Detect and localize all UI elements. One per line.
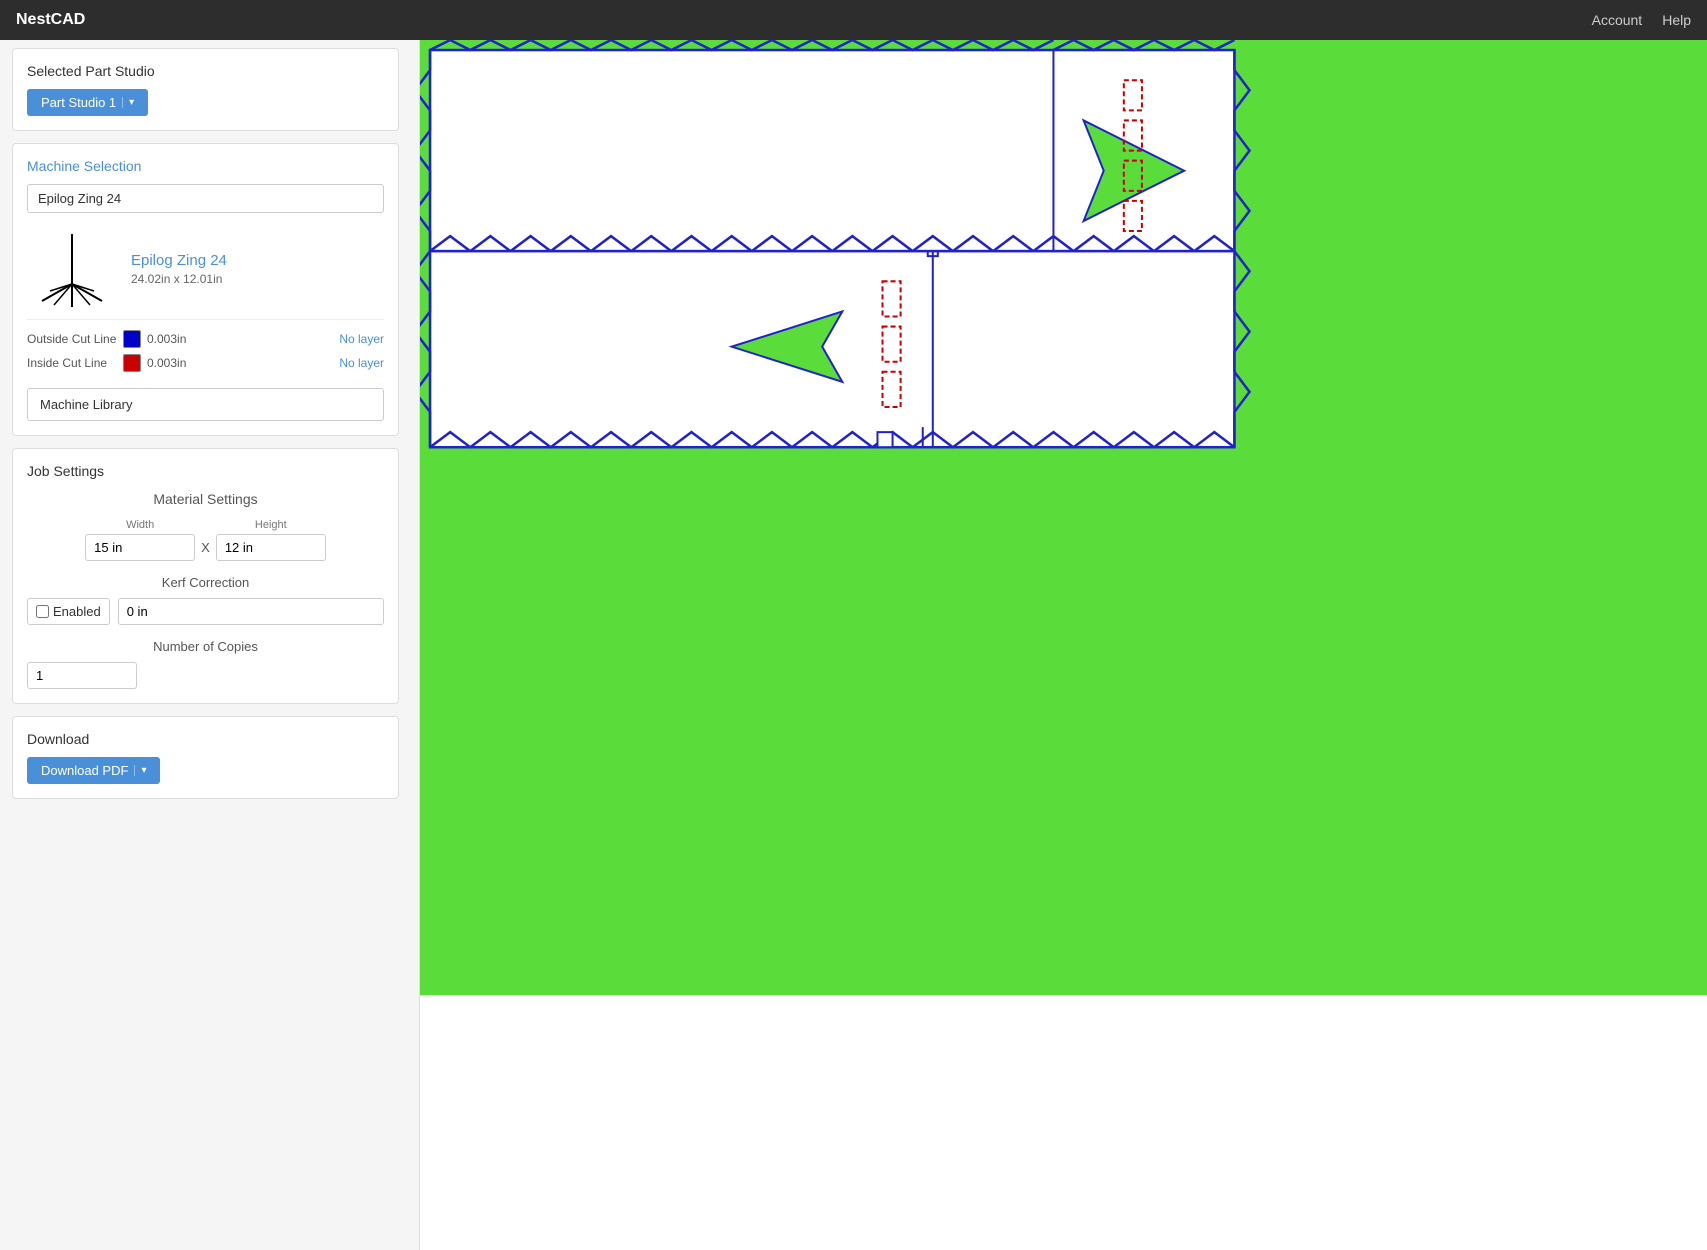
inside-cut-layer: No layer bbox=[339, 356, 384, 370]
machine-details: Epilog Zing 24 24.02in x 12.01in bbox=[131, 252, 227, 286]
width-input[interactable] bbox=[85, 534, 195, 561]
outside-cut-line-row: Outside Cut Line 0.003in No layer bbox=[27, 330, 384, 348]
outside-cut-line-label: Outside Cut Line bbox=[27, 332, 117, 346]
part-studio-dropdown-value: Part Studio 1 bbox=[41, 95, 116, 110]
machine-selection-title: Machine Selection bbox=[27, 158, 384, 174]
machine-icon-area bbox=[27, 229, 117, 309]
download-title: Download bbox=[27, 731, 384, 747]
kerf-enabled-label[interactable]: Enabled bbox=[27, 598, 110, 625]
part-studio-dropdown-btn[interactable]: Part Studio 1 ▾ bbox=[27, 89, 148, 116]
kerf-value-input[interactable] bbox=[118, 598, 384, 625]
machine-dims: 24.02in x 12.01in bbox=[131, 272, 227, 286]
kerf-correction-title: Kerf Correction bbox=[27, 575, 384, 590]
outside-cut-thickness: 0.003in bbox=[147, 332, 197, 346]
download-pdf-label: Download PDF bbox=[41, 763, 128, 778]
copies-input[interactable] bbox=[27, 662, 137, 689]
copies-label: Number of Copies bbox=[27, 639, 384, 654]
dimensions-row: Width X Height bbox=[27, 519, 384, 561]
width-label: Width bbox=[85, 519, 195, 531]
machine-name-link[interactable]: Epilog Zing 24 bbox=[131, 252, 227, 269]
material-settings-title: Material Settings bbox=[27, 491, 384, 507]
height-input[interactable] bbox=[216, 534, 326, 561]
kerf-section: Kerf Correction Enabled bbox=[27, 575, 384, 625]
x-separator: X bbox=[201, 540, 210, 561]
machine-selection-card: Machine Selection Epilog Zing 24 bbox=[12, 143, 399, 436]
sidebar: Selected Part Studio Part Studio 1 ▾ Mac… bbox=[0, 40, 420, 1250]
top-navigation: NestCAD Account Help bbox=[0, 0, 1707, 40]
help-link[interactable]: Help bbox=[1662, 12, 1691, 28]
machine-info-row: Epilog Zing 24 24.02in x 12.01in bbox=[27, 223, 384, 320]
inside-cut-thickness: 0.003in bbox=[147, 356, 197, 370]
account-link[interactable]: Account bbox=[1592, 12, 1643, 28]
inside-cut-line-label: Inside Cut Line bbox=[27, 356, 117, 370]
height-group: Height bbox=[216, 519, 326, 561]
kerf-row: Enabled bbox=[27, 598, 384, 625]
machine-library-button[interactable]: Machine Library bbox=[27, 388, 384, 421]
kerf-enabled-checkbox[interactable] bbox=[36, 605, 49, 618]
nest-canvas bbox=[420, 40, 1707, 1250]
inside-cut-line-row: Inside Cut Line 0.003in No layer bbox=[27, 354, 384, 372]
height-label: Height bbox=[216, 519, 326, 531]
download-card: Download Download PDF ▾ bbox=[12, 716, 399, 799]
machine-select-box[interactable]: Epilog Zing 24 bbox=[27, 184, 384, 213]
app-brand: NestCAD bbox=[16, 11, 85, 29]
job-settings-title: Job Settings bbox=[27, 463, 384, 479]
download-pdf-button[interactable]: Download PDF ▾ bbox=[27, 757, 160, 784]
selected-part-studio-label: Selected Part Studio bbox=[27, 63, 384, 79]
canvas-area[interactable] bbox=[420, 40, 1707, 1250]
download-dropdown-arrow: ▾ bbox=[134, 765, 146, 776]
part-studio-dropdown-arrow: ▾ bbox=[122, 97, 134, 108]
job-settings-card: Job Settings Material Settings Width X H… bbox=[12, 448, 399, 704]
width-group: Width bbox=[85, 519, 195, 561]
main-layout: Selected Part Studio Part Studio 1 ▾ Mac… bbox=[0, 40, 1707, 1250]
machine-icon bbox=[32, 229, 112, 309]
inside-cut-color-swatch[interactable] bbox=[123, 354, 141, 372]
selected-part-studio-card: Selected Part Studio Part Studio 1 ▾ bbox=[12, 48, 399, 131]
kerf-enabled-text: Enabled bbox=[53, 604, 101, 619]
outside-cut-color-swatch[interactable] bbox=[123, 330, 141, 348]
copies-section: Number of Copies bbox=[27, 639, 384, 689]
outside-cut-layer: No layer bbox=[339, 332, 384, 346]
nav-links: Account Help bbox=[1592, 12, 1691, 28]
